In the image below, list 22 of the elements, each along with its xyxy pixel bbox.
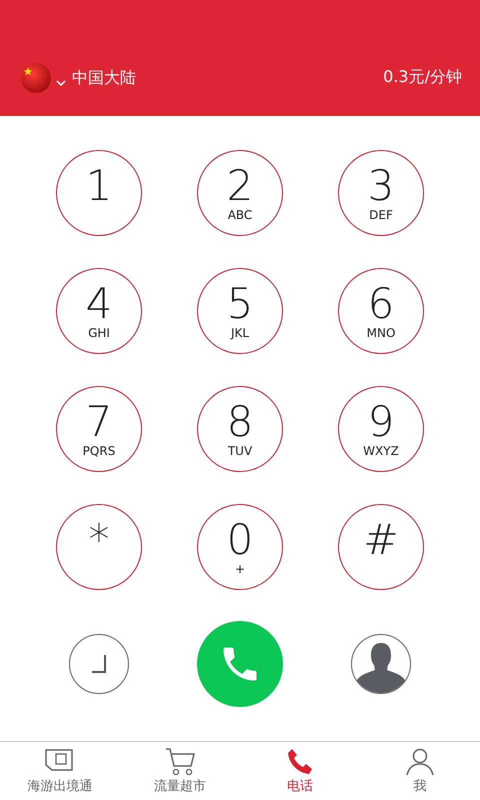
dial-key[interactable]: 7 PQRS [56, 386, 142, 472]
flag-icon[interactable] [20, 62, 52, 94]
dial-key[interactable]: * [56, 504, 142, 590]
call-rate: 0.3元/分钟 [383, 67, 462, 88]
dial-key[interactable]: 5 JKL [197, 268, 283, 354]
dial-key[interactable]: 2 ABC [197, 150, 283, 236]
dial-key[interactable]: 0 + [197, 504, 283, 590]
dial-key[interactable]: 1 [56, 150, 142, 236]
region-label[interactable]: 中国大陆 [72, 68, 136, 88]
cart-icon [163, 747, 197, 777]
tab[interactable]: 我 [360, 742, 480, 800]
dial-key[interactable]: 6 MNO [338, 268, 424, 354]
dial-key[interactable]: 4 GHI [56, 268, 142, 354]
chevron-down-icon[interactable] [56, 80, 66, 86]
tab[interactable]: 海游出境通 [0, 742, 120, 800]
clock-icon [89, 654, 109, 674]
dial-key[interactable]: 3 DEF [338, 150, 424, 236]
tab[interactable]: 流量超市 [120, 742, 240, 800]
dial-key[interactable]: 9 WXYZ [338, 386, 424, 472]
tab[interactable]: 电话 [240, 742, 360, 800]
dial-key[interactable]: 8 TUV [197, 386, 283, 472]
dial-key[interactable]: # [338, 504, 424, 590]
